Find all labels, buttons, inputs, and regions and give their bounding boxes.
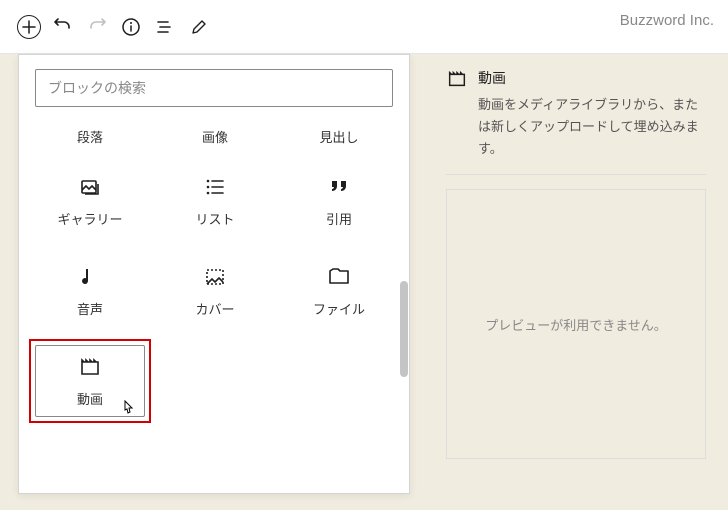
- divider: [446, 174, 706, 175]
- audio-icon: [78, 265, 102, 289]
- block-info-title: 動画: [478, 68, 706, 88]
- undo-button[interactable]: [46, 10, 80, 44]
- block-list: 段落 画像 見出し ギャラリー リスト: [19, 115, 409, 493]
- video-icon: [78, 355, 102, 379]
- undo-icon: [53, 17, 73, 37]
- file-icon: [327, 265, 351, 289]
- quote-icon: [327, 175, 351, 199]
- redo-button[interactable]: [80, 10, 114, 44]
- block-cover[interactable]: カバー: [155, 249, 275, 333]
- search-container: [19, 55, 409, 115]
- block-info-panel: 動画 動画をメディアライブラリから、または新しくアップロードして埋め込みます。 …: [430, 54, 722, 494]
- block-inserter-popover: 段落 画像 見出し ギャラリー リスト: [18, 54, 410, 494]
- block-paragraph[interactable]: 段落: [29, 119, 151, 153]
- block-image[interactable]: 画像: [155, 119, 275, 153]
- block-audio[interactable]: 音声: [29, 249, 151, 333]
- outline-icon: [155, 17, 175, 37]
- block-file[interactable]: ファイル: [279, 249, 399, 333]
- info-icon: [121, 17, 141, 37]
- block-list[interactable]: リスト: [155, 159, 275, 243]
- block-preview-box: プレビューが利用できません。: [446, 189, 706, 459]
- block-quote[interactable]: 引用: [279, 159, 399, 243]
- edit-button[interactable]: [182, 10, 216, 44]
- editor-toolbar: Buzzword Inc.: [0, 0, 728, 54]
- brand-label: Buzzword Inc.: [620, 12, 714, 29]
- cover-icon: [203, 265, 227, 289]
- scrollbar[interactable]: [399, 115, 409, 493]
- block-video-selected-highlight: 動画: [29, 339, 151, 423]
- block-info-description: 動画をメディアライブラリから、または新しくアップロードして埋め込みます。: [478, 94, 706, 160]
- info-button[interactable]: [114, 10, 148, 44]
- add-block-button[interactable]: [17, 15, 41, 39]
- block-heading[interactable]: 見出し: [279, 119, 399, 153]
- block-gallery[interactable]: ギャラリー: [29, 159, 151, 243]
- plus-icon: [22, 20, 36, 34]
- scrollbar-thumb[interactable]: [400, 281, 408, 377]
- cursor-pointer-icon: [119, 399, 137, 419]
- search-input[interactable]: [35, 69, 393, 107]
- redo-icon: [87, 17, 107, 37]
- video-icon: [446, 68, 468, 90]
- outline-button[interactable]: [148, 10, 182, 44]
- gallery-icon: [78, 175, 102, 199]
- pencil-icon: [190, 18, 208, 36]
- preview-unavailable-label: プレビューが利用できません。: [485, 315, 667, 334]
- list-icon: [203, 175, 227, 199]
